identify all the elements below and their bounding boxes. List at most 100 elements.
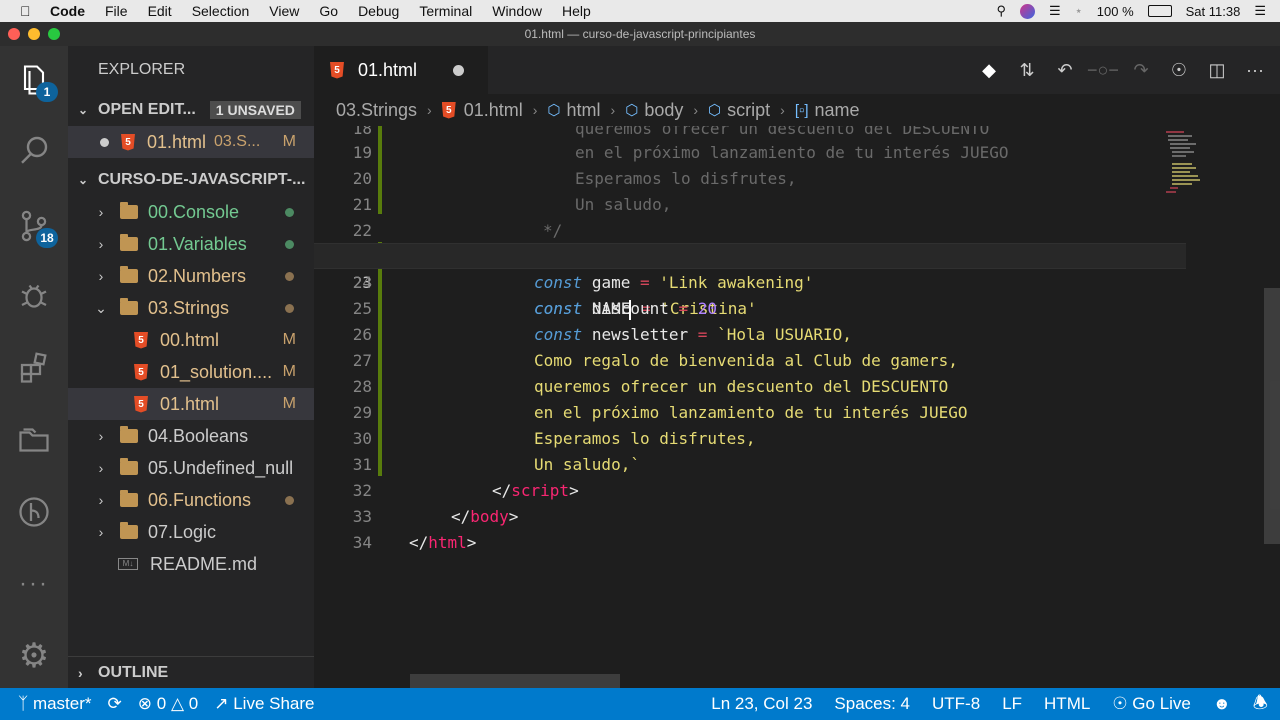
menu-selection[interactable]: Selection (192, 3, 250, 19)
error-icon: ⊗ (137, 694, 153, 713)
end-of-line[interactable]: LF (1002, 694, 1022, 714)
horizontal-scrollbar[interactable] (410, 674, 620, 688)
tree-label: README.md (150, 553, 258, 574)
menu-edit[interactable]: Edit (148, 3, 172, 19)
code-line: 26 const newsletter = `Hola USUARIO, (352, 325, 852, 344)
gitlens-activity[interactable] (14, 492, 54, 532)
more-activity[interactable]: ··· (14, 564, 54, 604)
menu-file[interactable]: File (105, 3, 128, 19)
open-editor-folder: 03.S... (214, 133, 261, 150)
language-mode[interactable]: HTML (1044, 694, 1090, 714)
feedback-icon[interactable]: ☻ (1213, 694, 1231, 714)
minimize-window-button[interactable] (28, 28, 40, 40)
code-line: 32 </script> (352, 481, 579, 500)
encoding[interactable]: UTF-8 (932, 694, 980, 714)
settings-activity[interactable]: ⚙ (14, 636, 54, 676)
code-line-current: 23 const NAME = 'Cristina' (314, 243, 1186, 320)
menu-extras-icon[interactable]: ☰ (1254, 3, 1266, 19)
problems-indicator[interactable]: ⊗ 0 △ 0 (138, 694, 198, 714)
tree-folder[interactable]: › 00.Console (68, 196, 314, 228)
go-live-button[interactable]: ☉ Go Live (1112, 694, 1191, 714)
breadcrumb-body[interactable]: body (644, 100, 683, 121)
breadcrumb-symbol[interactable]: name (815, 100, 860, 121)
notifications-bell-icon[interactable]: 🕭 (1253, 690, 1268, 719)
more-actions-icon[interactable]: ··· (1244, 59, 1266, 81)
menu-view[interactable]: View (269, 3, 299, 19)
open-editors-section[interactable]: ⌄ OPEN EDIT... 1 UNSAVED (68, 94, 314, 126)
vertical-scrollbar[interactable] (1264, 288, 1280, 544)
siri-icon[interactable] (1019, 3, 1035, 19)
modified-mark: M (282, 133, 296, 150)
clock[interactable]: Sat 11:38 (1186, 4, 1241, 19)
indentation[interactable]: Spaces: 4 (834, 694, 910, 714)
tree-folder[interactable]: ⌄ 03.Strings (68, 292, 314, 324)
next-change-icon[interactable]: ↷ (1130, 59, 1152, 81)
project-label: CURSO-DE-JAVASCRIPT-... (98, 171, 306, 188)
open-changes-icon[interactable]: ⇅ (1016, 59, 1038, 81)
code-line: 34 </html> (352, 533, 477, 552)
zoom-window-button[interactable] (48, 28, 60, 40)
blame-icon[interactable]: ☉ (1168, 59, 1190, 81)
breadcrumb-file[interactable]: 01.html (464, 100, 523, 121)
folder-icon (120, 234, 138, 251)
cursor-position[interactable]: Ln 23, Col 23 (711, 694, 812, 714)
source-control-activity[interactable]: 18 (14, 206, 58, 248)
modified-mark: M (282, 331, 296, 348)
chevron-down-icon: ⌄ (78, 173, 89, 187)
tree-file[interactable]: 5 00.html M (68, 324, 314, 356)
debug-activity[interactable] (14, 276, 54, 316)
tree-file-selected[interactable]: 5 01.html M (68, 388, 314, 420)
tree-file[interactable]: M↓ README.md (68, 548, 314, 580)
battery-percent[interactable]: 100 % (1097, 4, 1134, 19)
open-editors-label: OPEN EDIT... (98, 101, 196, 118)
explorer-activity[interactable]: 1 (14, 60, 58, 102)
menu-window[interactable]: Window (492, 3, 542, 19)
open-editor-item[interactable]: 5 01.html 03.S... M (68, 126, 314, 158)
bluetooth-icon[interactable]: ⋆ (1075, 3, 1083, 19)
branch-indicator[interactable]: ᛉ master* (18, 694, 92, 714)
search-activity[interactable] (14, 130, 54, 170)
menu-terminal[interactable]: Terminal (419, 3, 472, 19)
git-diamond-icon[interactable]: ◆ (978, 59, 1000, 81)
project-section[interactable]: ⌄ CURSO-DE-JAVASCRIPT-... (68, 164, 314, 196)
minimap[interactable] (1162, 126, 1202, 206)
tree-label: 01_solution.... (160, 361, 273, 382)
breadcrumb: 03.Strings › 5 01.html › ⬡ html › ⬡ body… (314, 94, 1280, 126)
sync-icon[interactable]: ⟳ (108, 694, 122, 714)
previous-change-icon[interactable]: ↶ (1054, 59, 1076, 81)
code-line: 21 Un saludo, (352, 195, 672, 214)
tree-file[interactable]: 5 01_solution.... M (68, 356, 314, 388)
breadcrumb-folder[interactable]: 03.Strings (336, 100, 417, 121)
spotlight-icon[interactable]: ⚲ (996, 3, 1006, 19)
tab-01-html[interactable]: 5 01.html (314, 46, 488, 94)
unsaved-dot-icon[interactable] (453, 64, 464, 76)
menu-code[interactable]: Code (50, 3, 85, 19)
breadcrumb-script[interactable]: script (727, 100, 770, 121)
code-editor[interactable]: 18 queremos ofrecer un descuento del DESC… (314, 126, 1280, 688)
chevron-right-icon: › (532, 102, 538, 118)
tree-folder[interactable]: › 04.Booleans (68, 420, 314, 452)
tree-folder[interactable]: › 01.Variables (68, 228, 314, 260)
folder-icon (120, 458, 138, 475)
unsaved-badge: 1 UNSAVED (209, 101, 301, 119)
tree-folder[interactable]: › 05.Undefined_null (68, 452, 314, 484)
breadcrumb-html[interactable]: html (567, 100, 601, 121)
outline-section[interactable]: › OUTLINE (68, 656, 314, 688)
commit-icon[interactable]: −○− (1087, 59, 1119, 81)
remote-explorer-activity[interactable] (14, 420, 54, 460)
tree-folder[interactable]: › 06.Functions (68, 484, 314, 516)
live-share-button[interactable]: ↗ Live Share (214, 694, 314, 714)
tree-folder[interactable]: › 07.Logic (68, 516, 314, 548)
split-editor-icon[interactable]: ◫ (1206, 59, 1228, 81)
status-dot (285, 239, 294, 249)
close-window-button[interactable] (8, 28, 20, 40)
menu-help[interactable]: Help (562, 3, 591, 19)
menu-debug[interactable]: Debug (358, 3, 399, 19)
menu-go[interactable]: Go (319, 3, 338, 19)
extensions-activity[interactable] (14, 348, 54, 388)
tree-folder[interactable]: › 02.Numbers (68, 260, 314, 292)
wifi-icon[interactable]: ☰ (1049, 3, 1061, 19)
code-line: 19 en el próximo lanzamiento de tu interé… (352, 143, 1009, 162)
git-branch-icon: ᛉ (18, 694, 29, 713)
apple-icon[interactable]:  (20, 3, 36, 19)
